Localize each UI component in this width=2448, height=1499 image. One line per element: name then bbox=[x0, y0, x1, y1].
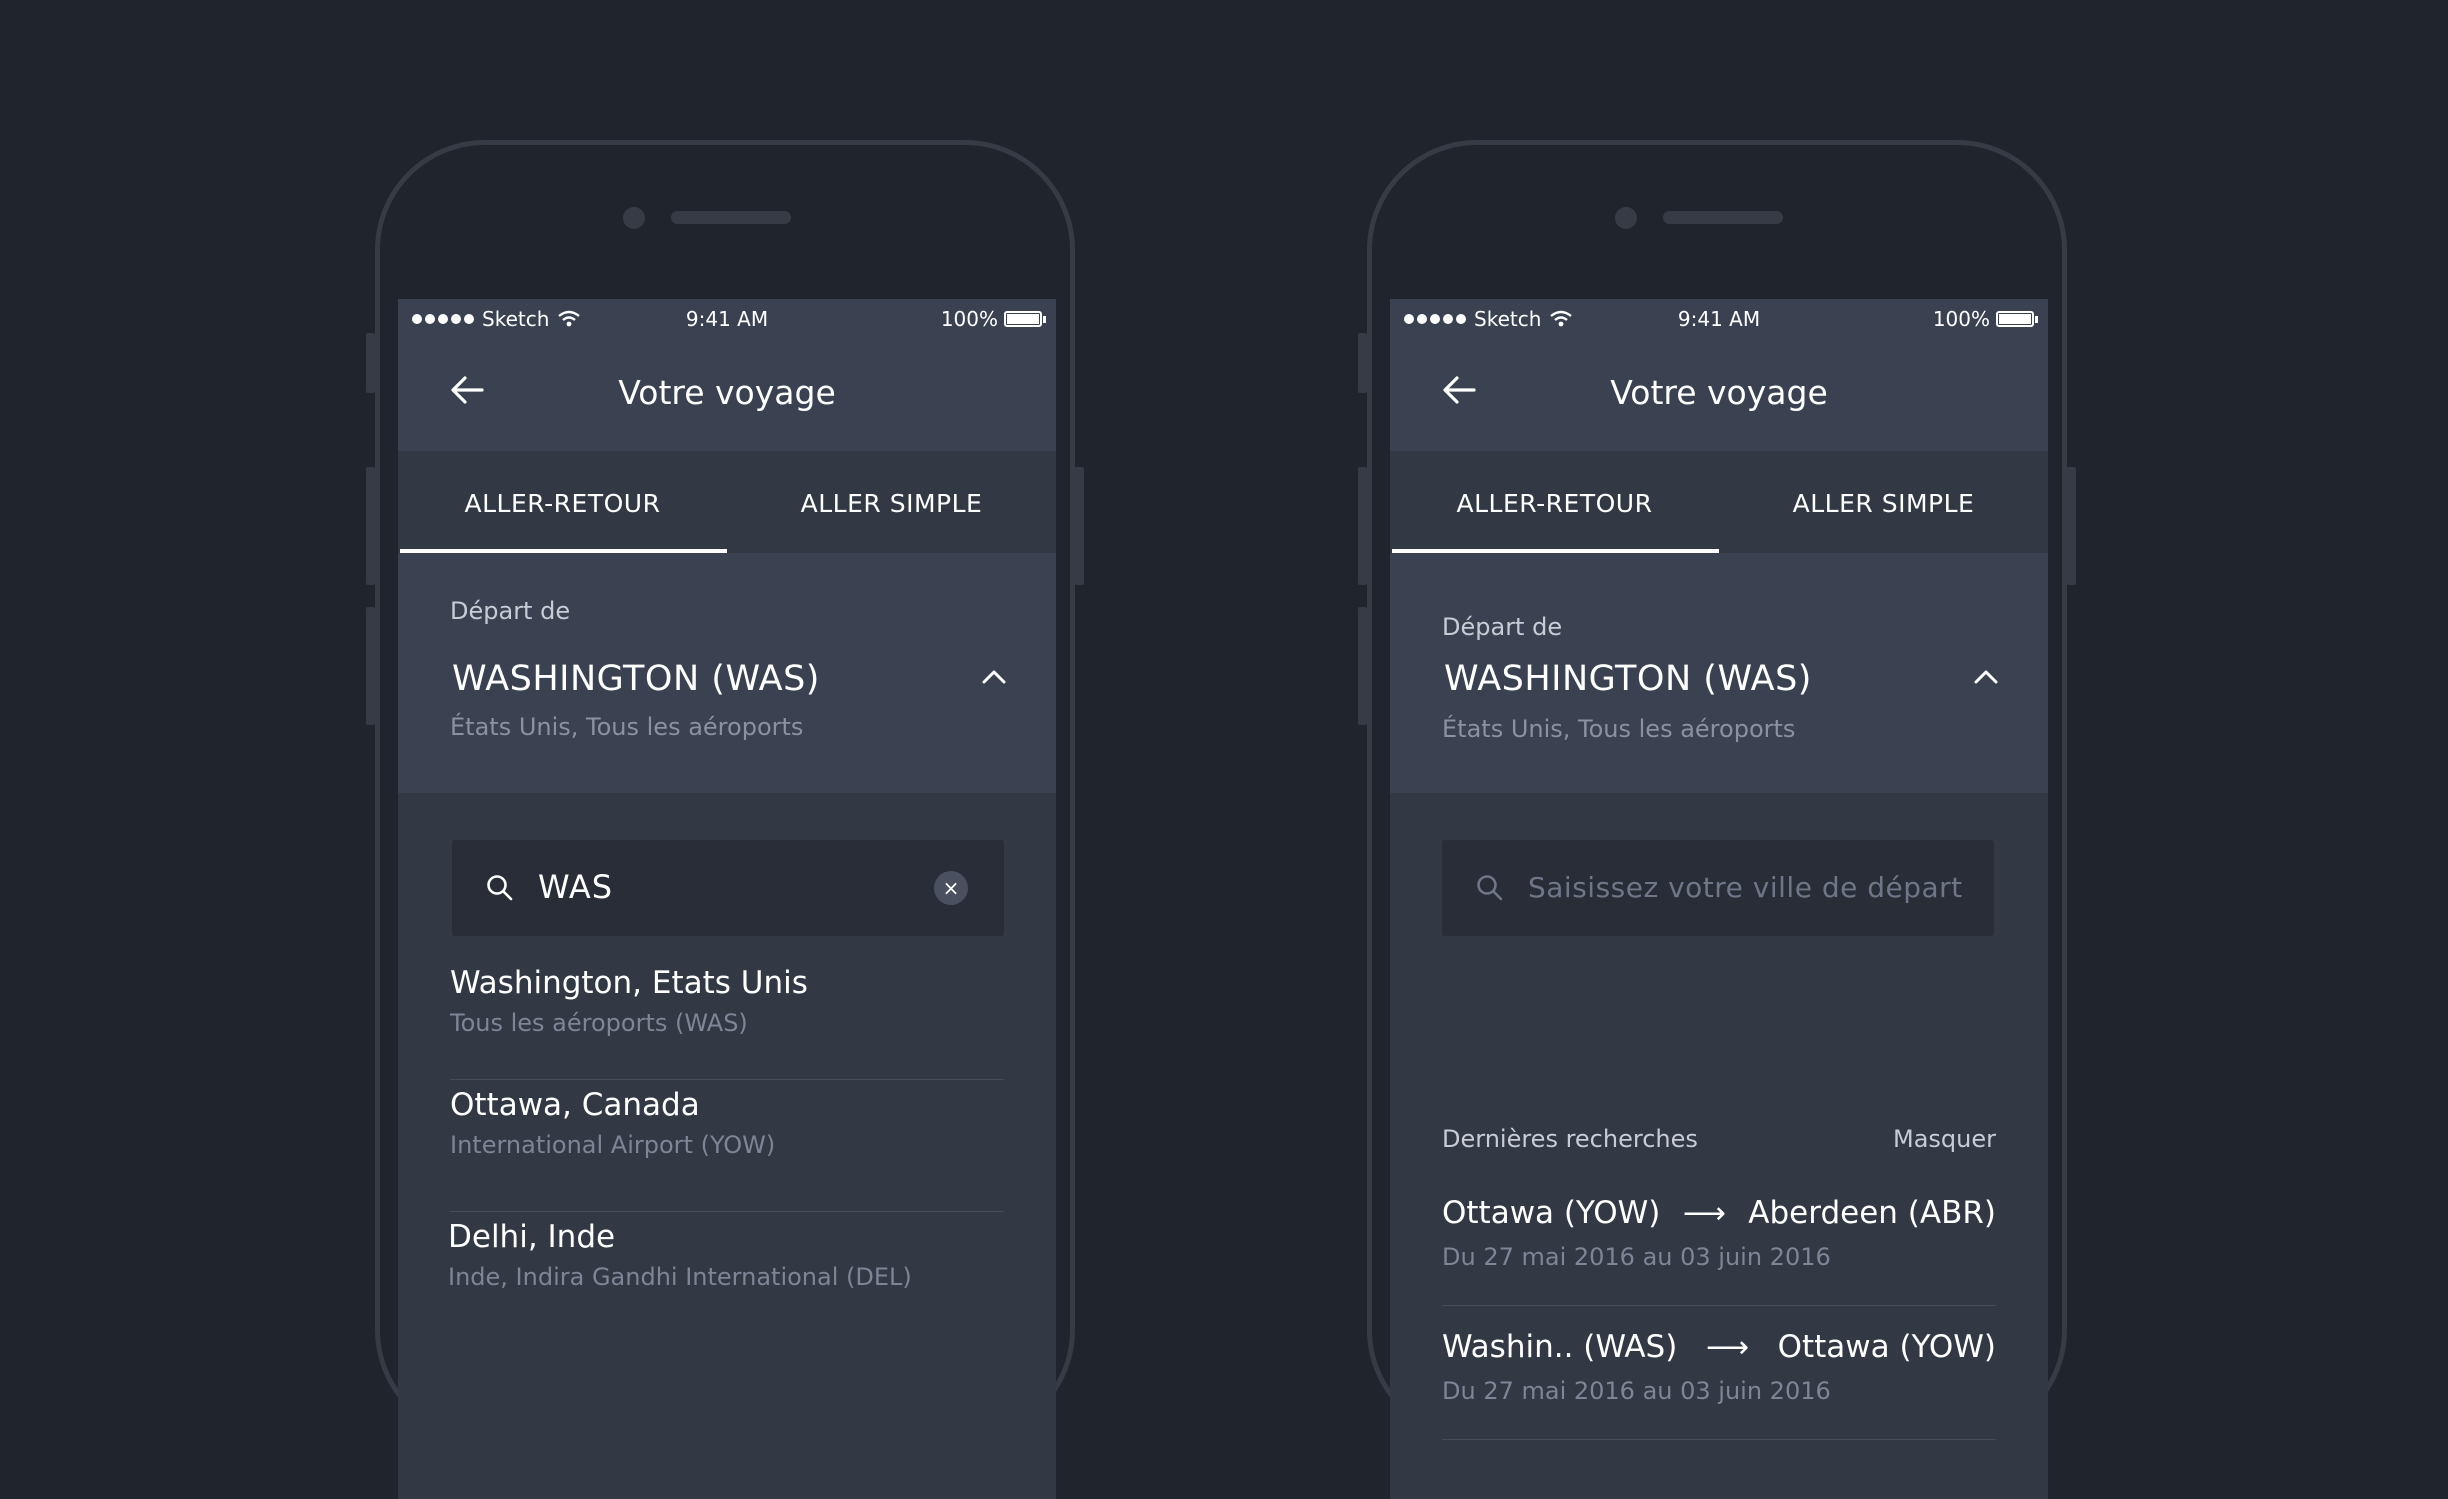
search-input[interactable]: WAS × bbox=[452, 840, 1004, 936]
volume-up-button bbox=[1358, 467, 1367, 585]
nav-bar: Votre voyage bbox=[1390, 339, 2048, 451]
hide-recent-link[interactable]: Masquer bbox=[1893, 1125, 1996, 1153]
result-title: Washington, Etats Unis bbox=[450, 965, 808, 1001]
route: Ottawa (YOW) ⟶ Aberdeen (ABR) bbox=[1442, 1195, 1996, 1231]
front-camera bbox=[1615, 207, 1637, 229]
battery-percent: 100% bbox=[1932, 307, 1990, 331]
battery-percent: 100% bbox=[940, 307, 998, 331]
mute-switch bbox=[366, 333, 375, 393]
result-title: Ottawa, Canada bbox=[450, 1087, 700, 1123]
result-sub: International Airport (YOW) bbox=[450, 1131, 776, 1159]
route-arrow-icon: ⟶ bbox=[1705, 1329, 1749, 1365]
departure-label: Départ de bbox=[450, 597, 571, 625]
power-button bbox=[2067, 467, 2076, 585]
tab-aller-retour[interactable]: ALLER-RETOUR bbox=[1390, 451, 1719, 553]
route-arrow-icon: ⟶ bbox=[1682, 1195, 1726, 1231]
departure-value: WASHINGTON (WAS) bbox=[452, 659, 820, 699]
tab-aller-simple[interactable]: ALLER SIMPLE bbox=[727, 451, 1056, 553]
app-screen-search: Sketch 9:41 AM 100% Votre voyage ALLER-R… bbox=[398, 299, 1056, 1499]
battery-icon bbox=[1004, 311, 1042, 327]
route-to: Aberdeen (ABR) bbox=[1748, 1195, 1996, 1231]
departure-selector[interactable]: Départ de WASHINGTON (WAS) États Unis, T… bbox=[398, 553, 1056, 793]
departure-sub: États Unis, Tous les aéroports bbox=[1442, 715, 1796, 743]
earpiece-speaker bbox=[1663, 211, 1783, 224]
recent-search-item[interactable]: Ottawa (YOW) ⟶ Aberdeen (ABR) Du 27 mai … bbox=[1442, 1195, 1996, 1271]
result-sub: Tous les aéroports (WAS) bbox=[450, 1009, 748, 1037]
route-dates: Du 27 mai 2016 au 03 juin 2016 bbox=[1442, 1243, 1831, 1271]
clear-search-button[interactable]: × bbox=[934, 871, 968, 905]
recent-search-item[interactable]: Washin.. (WAS) ⟶ Ottawa (YOW) Du 27 mai … bbox=[1442, 1329, 1996, 1405]
route: Washin.. (WAS) ⟶ Ottawa (YOW) bbox=[1442, 1329, 1996, 1365]
chevron-up-icon[interactable] bbox=[982, 669, 1006, 685]
status-bar: Sketch 9:41 AM 100% bbox=[398, 299, 1056, 339]
mute-switch bbox=[1358, 333, 1367, 393]
volume-down-button bbox=[1358, 607, 1367, 725]
volume-down-button bbox=[366, 607, 375, 725]
search-input[interactable]: Saisissez votre ville de départ bbox=[1442, 840, 1994, 936]
route-from: Washin.. (WAS) bbox=[1442, 1329, 1678, 1365]
result-item[interactable]: Ottawa, Canada International Airport (YO… bbox=[450, 1087, 1004, 1159]
search-icon bbox=[487, 875, 513, 901]
departure-value: WASHINGTON (WAS) bbox=[1444, 659, 1812, 699]
recent-searches-header: Dernières recherches Masquer bbox=[1442, 1125, 1996, 1153]
departure-selector[interactable]: Départ de WASHINGTON (WAS) États Unis, T… bbox=[1390, 553, 2048, 793]
tab-label: ALLER SIMPLE bbox=[1792, 489, 1975, 518]
tab-aller-simple[interactable]: ALLER SIMPLE bbox=[1719, 451, 2048, 553]
phone-frame-right: Sketch 9:41 AM 100% Votre voyage ALLER-R… bbox=[1358, 140, 2076, 1499]
tab-label: ALLER-RETOUR bbox=[464, 489, 661, 518]
volume-up-button bbox=[366, 467, 375, 585]
result-sub: Inde, Indira Gandhi International (DEL) bbox=[448, 1263, 912, 1291]
divider bbox=[450, 1211, 1004, 1212]
earpiece-speaker bbox=[671, 211, 791, 224]
search-icon bbox=[1477, 875, 1503, 901]
search-value[interactable]: WAS bbox=[538, 868, 613, 906]
battery-status: 100% bbox=[1933, 307, 2038, 331]
trip-type-tabs: ALLER-RETOUR ALLER SIMPLE bbox=[398, 451, 1056, 553]
status-bar: Sketch 9:41 AM 100% bbox=[1390, 299, 2048, 339]
divider bbox=[1442, 1439, 1996, 1440]
route-from: Ottawa (YOW) bbox=[1442, 1195, 1661, 1231]
divider bbox=[450, 1079, 1004, 1080]
battery-icon bbox=[1996, 311, 2034, 327]
departure-label: Départ de bbox=[1442, 613, 1563, 641]
trip-type-tabs: ALLER-RETOUR ALLER SIMPLE bbox=[1390, 451, 2048, 553]
nav-bar: Votre voyage bbox=[398, 339, 1056, 451]
search-placeholder[interactable]: Saisissez votre ville de départ bbox=[1528, 871, 1963, 904]
tab-label: ALLER-RETOUR bbox=[1456, 489, 1653, 518]
tab-aller-retour[interactable]: ALLER-RETOUR bbox=[398, 451, 727, 553]
departure-sub: États Unis, Tous les aéroports bbox=[450, 713, 804, 741]
front-camera bbox=[623, 207, 645, 229]
route-to: Ottawa (YOW) bbox=[1777, 1329, 1996, 1365]
page-title: Votre voyage bbox=[1610, 373, 1828, 412]
result-item[interactable]: Delhi, Inde Inde, Indira Gandhi Internat… bbox=[448, 1219, 1004, 1291]
recent-searches-title: Dernières recherches bbox=[1442, 1125, 1698, 1153]
route-dates: Du 27 mai 2016 au 03 juin 2016 bbox=[1442, 1377, 1831, 1405]
app-screen-recent: Sketch 9:41 AM 100% Votre voyage ALLER-R… bbox=[1390, 299, 2048, 1499]
tab-label: ALLER SIMPLE bbox=[800, 489, 983, 518]
chevron-up-icon[interactable] bbox=[1974, 669, 1998, 685]
battery-status: 100% bbox=[941, 307, 1046, 331]
result-item[interactable]: Washington, Etats Unis Tous les aéroport… bbox=[450, 965, 1004, 1037]
phone-frame-left: Sketch 9:41 AM 100% Votre voyage ALLER-R… bbox=[366, 140, 1084, 1499]
result-title: Delhi, Inde bbox=[448, 1219, 616, 1255]
page-title: Votre voyage bbox=[618, 373, 836, 412]
power-button bbox=[1075, 467, 1084, 585]
